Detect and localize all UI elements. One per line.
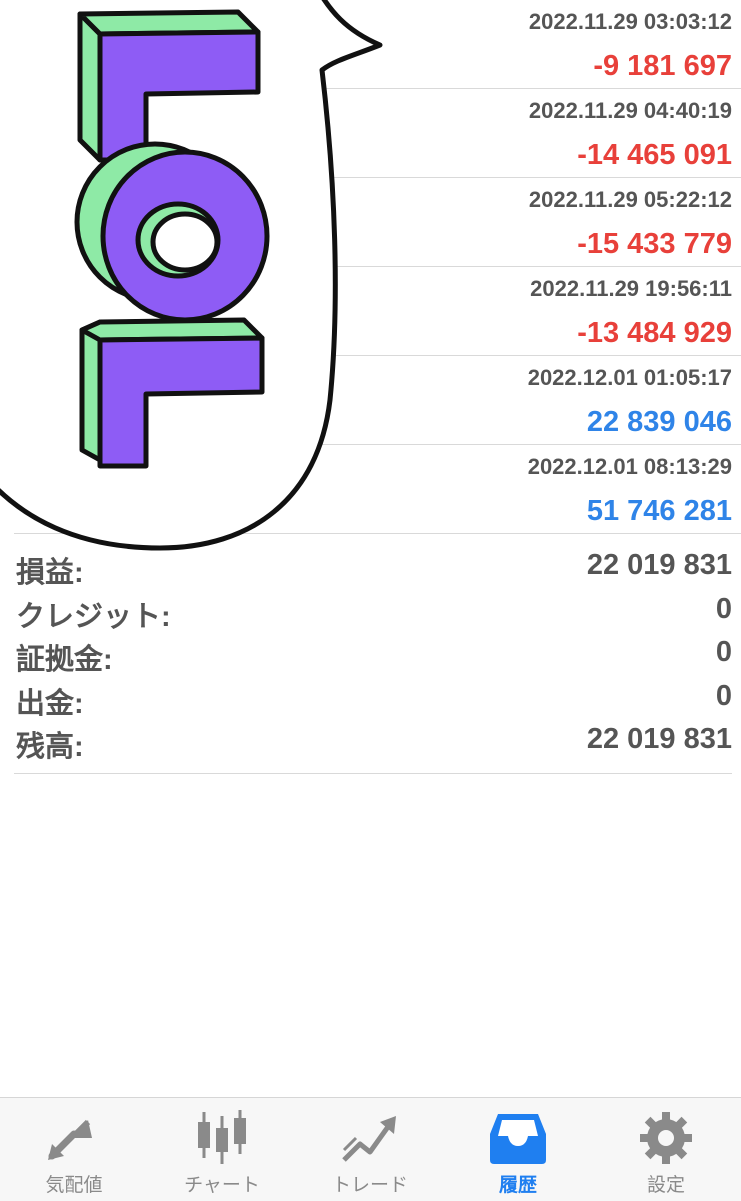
tab-settings[interactable]: 設定 — [592, 1098, 740, 1201]
trade-trend-icon — [342, 1116, 396, 1162]
summary-withdrawal-row: 出金: 0 — [14, 676, 732, 720]
tab-history[interactable]: 履歴 — [444, 1098, 592, 1201]
deal-profit: -9 181 697 — [593, 50, 732, 82]
deal-time: 2022.11.29 03:03:12 — [528, 9, 732, 34]
summary-value: 0 — [715, 679, 732, 712]
summary-value: 22 019 831 — [586, 723, 732, 755]
summary-value: 22 019 831 — [586, 549, 732, 581]
speech-bubble-icon — [0, 0, 383, 551]
tab-label: チャート — [184, 1175, 260, 1196]
summary-balance-row: 残高: 22 019 831 — [14, 719, 732, 763]
summary-label: クレジット: — [16, 600, 171, 633]
deal-time: 2022.12.01 01:05:17 — [527, 365, 732, 390]
summary-value: 0 — [715, 592, 732, 625]
deal-profit: -13 484 929 — [577, 317, 732, 349]
deal-profit: -15 433 779 — [577, 228, 732, 260]
candlestick-chart-icon — [198, 1110, 246, 1164]
tab-label: 設定 — [646, 1175, 685, 1196]
deal-time: 2022.11.29 04:40:19 — [528, 98, 732, 123]
tab-chart[interactable]: チャート — [148, 1098, 296, 1201]
quotes-arrows-icon — [48, 1119, 92, 1160]
account-summary: 損益: 22 019 831 クレジット: 0 証拠金: 0 出金: 0 残高:… — [14, 545, 732, 774]
deal-time: 2022.11.29 19:56:11 — [530, 276, 732, 301]
deal-time: 2022.12.01 08:13:29 — [527, 454, 732, 479]
tab-quotes[interactable]: 気配値 — [0, 1098, 148, 1201]
settings-gear-icon — [640, 1112, 692, 1164]
lol-sticker — [0, 0, 385, 560]
deal-profit: -14 465 091 — [577, 139, 732, 171]
summary-credit-row: クレジット: 0 — [14, 589, 732, 633]
deal-time: 2022.11.29 05:22:12 — [528, 187, 732, 212]
tab-trade[interactable]: トレード — [296, 1098, 444, 1201]
summary-label: 出金: — [16, 687, 84, 720]
history-tray-icon — [490, 1114, 546, 1164]
summary-deposit-row: 証拠金: 0 — [14, 632, 732, 676]
deal-profit: 51 746 281 — [586, 495, 732, 527]
summary-label: 残高: — [16, 731, 84, 763]
tab-label: トレード — [331, 1175, 408, 1196]
summary-value: 0 — [715, 636, 732, 668]
tab-label: 気配値 — [45, 1175, 103, 1196]
deal-profit: 22 839 046 — [586, 406, 732, 438]
bottom-tab-bar: 気配値 チャート トレード 履歴 設定 — [0, 1097, 741, 1201]
tab-label: 履歴 — [498, 1175, 537, 1196]
summary-label: 証拠金: — [16, 644, 113, 676]
